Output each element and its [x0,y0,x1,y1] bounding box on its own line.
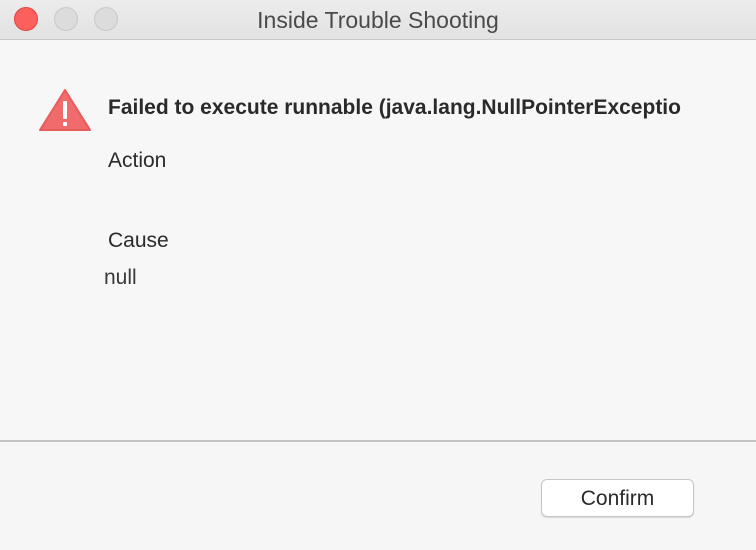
dialog-content: Failed to execute runnable (java.lang.Nu… [0,40,756,440]
error-headline: Failed to execute runnable (java.lang.Nu… [108,96,681,119]
confirm-button[interactable]: Confirm [541,479,694,517]
dialog-window: Inside Trouble Shooting Failed to execut… [0,0,756,550]
cause-value: null [104,266,137,289]
title-bar: Inside Trouble Shooting [0,0,756,40]
cause-label: Cause [108,229,169,252]
window-title: Inside Trouble Shooting [257,7,499,33]
dialog-footer: Confirm [0,442,756,550]
action-label: Action [108,149,167,172]
warning-triangle-icon [39,89,91,131]
